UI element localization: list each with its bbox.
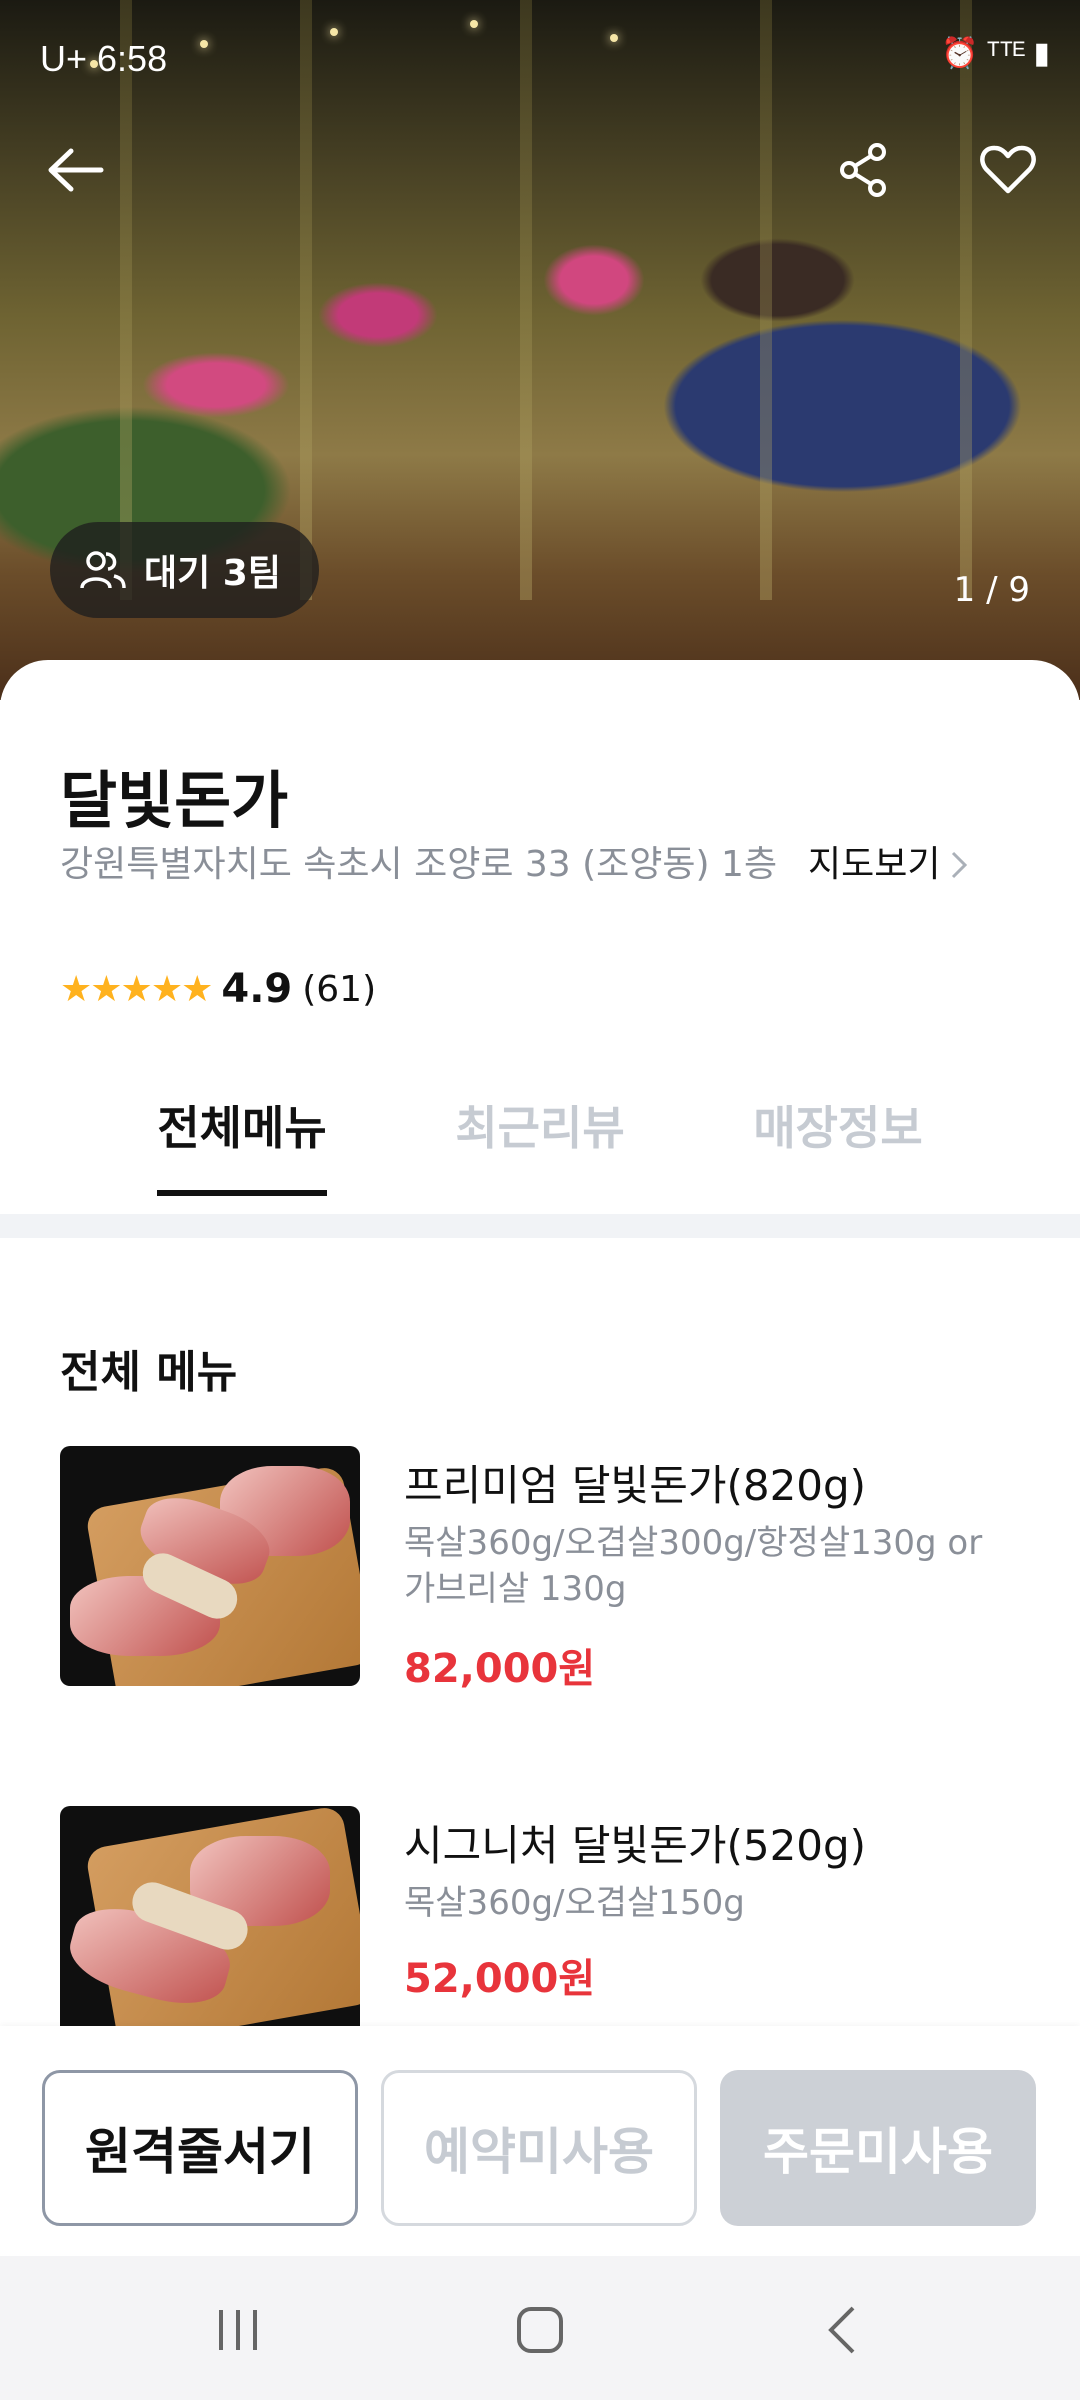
back-button[interactable] [36, 130, 116, 210]
rating-row[interactable]: ★★★★★ 4.9 (61) [60, 966, 376, 1012]
hero-photo[interactable]: U+ 6:58 ⏰ ᵀᵀᴱ ▮ 대기 3팀 1 / 9 [0, 0, 1080, 700]
favorite-button[interactable] [968, 130, 1048, 210]
tab-store-info[interactable]: 매장정보 [689, 1050, 987, 1210]
action-bar: 원격줄서기 예약미사용 주문미사용 [0, 2026, 1080, 2256]
menu-section-title: 전체 메뉴 [60, 1347, 238, 1398]
menu-item-photo [60, 1446, 360, 1686]
recent-apps-button[interactable] [198, 2300, 278, 2360]
remote-queue-button[interactable]: 원격줄서기 [42, 2070, 358, 2226]
chevron-left-icon [828, 2306, 855, 2354]
share-button[interactable] [824, 130, 904, 210]
menu-item-desc: 목살360g/오겹살150g [404, 1883, 745, 1923]
menu-item-price: 82,000원 [404, 1646, 596, 1692]
tab-all-menu[interactable]: 전체메뉴 [93, 1050, 391, 1210]
back-nav-button[interactable] [802, 2300, 882, 2360]
menu-item-title: 프리미엄 달빛돈가(820g) [404, 1461, 867, 1510]
arrow-left-icon [48, 148, 104, 192]
order-disabled-button[interactable]: 주문미사용 [720, 2070, 1036, 2226]
share-icon [840, 143, 886, 197]
recent-apps-icon [219, 2310, 257, 2350]
menu-item[interactable]: 시그니처 달빛돈가(520g) 목살360g/오겹살150g 52,000원 [60, 1806, 1040, 2026]
rating-score: 4.9 [221, 966, 293, 1012]
status-icons: ⏰ ᵀᵀᴱ ▮ [941, 37, 1050, 70]
waiting-team-badge: 대기 3팀 [50, 522, 319, 618]
star-rating-icon: ★★★★★ [60, 968, 213, 1010]
review-count: (61) [302, 968, 377, 1010]
tab-recent-reviews[interactable]: 최근리뷰 [391, 1050, 689, 1210]
menu-item-desc: 목살360g/오겹살300g/항정살130g or 가브리살 130g [404, 1523, 983, 1609]
section-divider [0, 1214, 1080, 1238]
chevron-right-icon [952, 851, 968, 879]
menu-item-photo [60, 1806, 360, 2026]
status-bar: U+ 6:58 ⏰ ᵀᵀᴱ ▮ [0, 0, 1080, 120]
home-button[interactable] [500, 2300, 580, 2360]
store-address: 강원특별자치도 속초시 조양로 33 (조양동) 1층 [60, 844, 778, 885]
menu-item-price: 52,000원 [404, 1956, 596, 2002]
view-map-label: 지도보기 [808, 844, 941, 885]
menu-item[interactable]: 프리미엄 달빛돈가(820g) 목살360g/오겹살300g/항정살130g o… [60, 1446, 1040, 1706]
menu-item-title: 시그니처 달빛돈가(520g) [404, 1821, 867, 1870]
store-name: 달빛돈가 [60, 764, 289, 837]
heart-icon [980, 145, 1036, 194]
status-time: U+ 6:58 [40, 38, 168, 79]
reservation-disabled-button[interactable]: 예약미사용 [381, 2070, 697, 2226]
photo-pager: 1 / 9 [953, 570, 1030, 610]
tab-bar: 전체메뉴 최근리뷰 매장정보 [0, 1050, 1080, 1210]
system-nav-bar [0, 2256, 1080, 2400]
view-map-link[interactable]: 지도보기 [808, 836, 968, 894]
people-icon [80, 551, 126, 589]
home-icon [517, 2307, 563, 2353]
waiting-count-label: 대기 3팀 [144, 553, 281, 594]
